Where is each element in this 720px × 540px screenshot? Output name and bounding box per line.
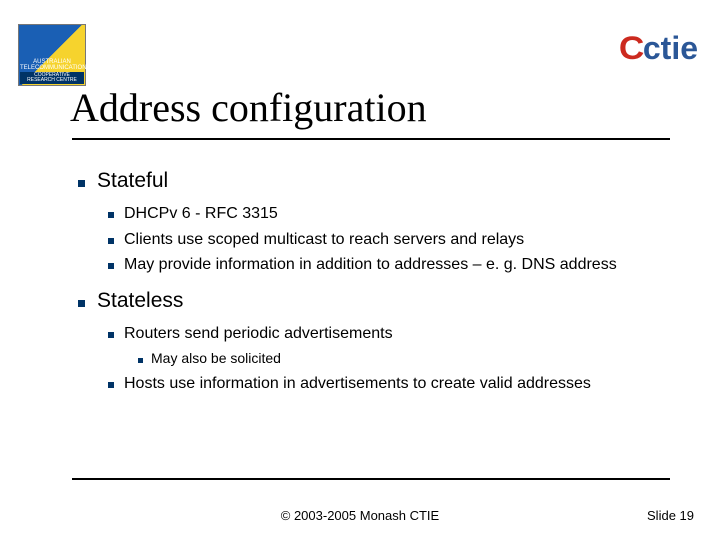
slide-title: Address configuration: [70, 84, 427, 131]
bullet-stateful-item: DHCPv 6 - RFC 3315: [108, 203, 698, 225]
square-bullet-icon: [108, 238, 114, 244]
slide-body: Stateful DHCPv 6 - RFC 3315 Clients use …: [78, 166, 698, 399]
bullet-text: Routers send periodic advertisements: [124, 323, 698, 345]
bullet-stateless-routers-sub: May also be solicited: [138, 349, 698, 367]
bullet-stateful-label: Stateful: [97, 168, 698, 193]
logo-left: AUSTRALIAN TELECOMMUNICATIONS COOPERATIV…: [18, 24, 86, 86]
bullet-stateful-item: Clients use scoped multicast to reach se…: [108, 229, 698, 251]
bullet-stateless-label: Stateless: [97, 288, 698, 313]
divider-top: [72, 138, 670, 140]
logo-right: Cctie: [620, 30, 698, 67]
bullet-stateless-hosts: Hosts use information in advertisements …: [108, 373, 698, 395]
logo-left-line3: COOPERATIVE RESEARCH CENTRE: [20, 72, 84, 85]
footer-slide-number: Slide 19: [647, 508, 694, 523]
divider-bottom: [72, 478, 670, 480]
bullet-text: DHCPv 6 - RFC 3315: [124, 203, 698, 225]
square-bullet-icon: [108, 263, 114, 269]
square-bullet-icon: [78, 180, 85, 187]
bullet-stateless-routers: Routers send periodic advertisements: [108, 323, 698, 345]
bullet-stateful-item: May provide information in addition to a…: [108, 254, 698, 276]
square-bullet-icon: [78, 300, 85, 307]
bullet-text: May provide information in addition to a…: [124, 254, 698, 276]
square-bullet-icon: [108, 382, 114, 388]
bullet-text: Hosts use information in advertisements …: [124, 373, 698, 395]
bullet-stateless: Stateless: [78, 288, 698, 313]
footer-copyright: © 2003-2005 Monash CTIE: [0, 508, 720, 523]
bullet-stateful: Stateful: [78, 168, 698, 193]
logo-right-brand: ctie: [643, 30, 698, 66]
bullet-text: Clients use scoped multicast to reach se…: [124, 229, 698, 251]
square-bullet-icon: [108, 212, 114, 218]
square-bullet-icon: [108, 332, 114, 338]
square-bullet-icon: [138, 358, 143, 363]
logo-right-accent: C: [619, 30, 644, 67]
bullet-text: May also be solicited: [151, 349, 698, 367]
